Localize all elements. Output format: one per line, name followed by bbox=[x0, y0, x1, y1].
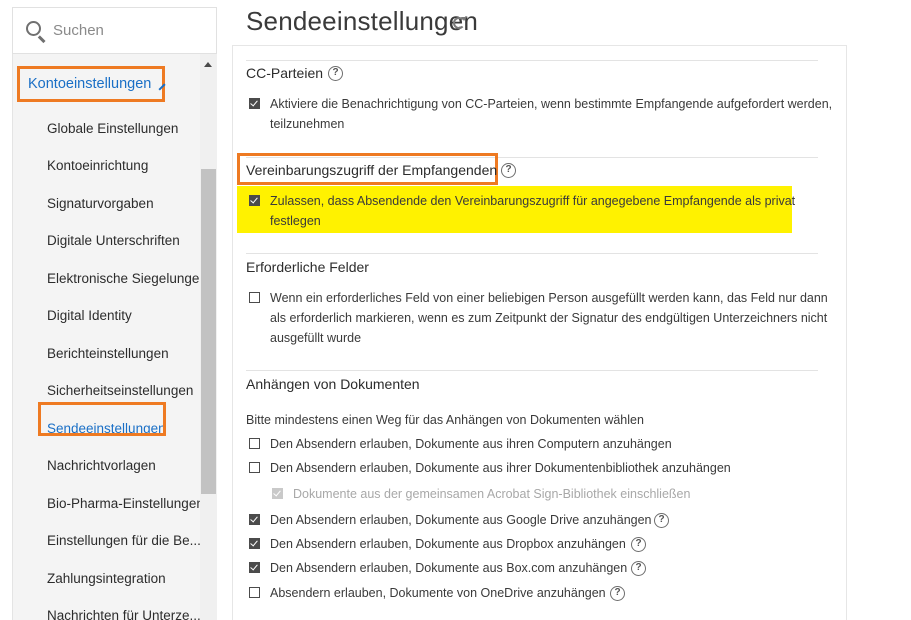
sidebar-item-digital-identity[interactable]: Digital Identity bbox=[47, 308, 202, 323]
sidebar-item-electronic-seals[interactable]: Elektronische Siegelungen bbox=[47, 271, 202, 286]
option-required-fields-line3: ausgefüllt wurde bbox=[270, 331, 362, 345]
section-title-agreement-access: Vereinbarungszugriff der Empfangenden bbox=[246, 162, 498, 178]
sidebar-item-settings-for[interactable]: Einstellungen für die Be... bbox=[47, 533, 202, 548]
option-attach-computer: Den Absendern erlauben, Dokumente aus ih… bbox=[270, 437, 672, 451]
sidebar-scrollbar[interactable] bbox=[200, 54, 217, 620]
divider bbox=[246, 253, 818, 254]
help-icon[interactable]: ? bbox=[501, 163, 516, 178]
sidebar-item-bio-pharma-settings[interactable]: Bio-Pharma-Einstellungen bbox=[47, 496, 202, 511]
checkbox-attach-computer[interactable] bbox=[249, 438, 260, 449]
sidebar-item-account-setup[interactable]: Kontoeinrichtung bbox=[47, 158, 202, 173]
search-placeholder: Suchen bbox=[53, 22, 104, 39]
checkbox-shared-library bbox=[272, 488, 283, 499]
sidebar-item-signer-messages[interactable]: Nachrichten für Unterze... bbox=[47, 608, 202, 620]
sidebar-item-payment-integration[interactable]: Zahlungsintegration bbox=[47, 571, 202, 586]
sidebar-nav: Kontoeinstellungen Globale Einstellungen… bbox=[12, 54, 217, 620]
sidebar-section-account-settings[interactable]: Kontoeinstellungen bbox=[17, 66, 166, 102]
help-icon[interactable]: ? bbox=[328, 66, 343, 81]
sidebar-section-label: Kontoeinstellungen bbox=[28, 76, 152, 92]
option-attach-google-drive: Den Absendern erlauben, Dokumente aus Go… bbox=[270, 513, 652, 527]
sidebar-item-report-settings[interactable]: Berichteinstellungen bbox=[47, 346, 202, 361]
option-required-fields-line2: als erforderlich markieren, wenn es zum … bbox=[270, 311, 828, 325]
scroll-up-arrow-icon[interactable] bbox=[204, 62, 212, 67]
help-icon[interactable]: ? bbox=[610, 586, 625, 601]
checkbox-attach-onedrive[interactable] bbox=[249, 587, 260, 598]
attach-intro: Bitte mindestens einen Weg für das Anhän… bbox=[246, 413, 644, 427]
help-icon[interactable]: ? bbox=[654, 513, 669, 528]
divider bbox=[246, 60, 818, 61]
checkbox-private-access[interactable] bbox=[249, 195, 260, 206]
help-icon[interactable]: ? bbox=[631, 537, 646, 552]
option-private-access-line1: Zulassen, dass Absendende den Vereinbaru… bbox=[270, 194, 796, 208]
page-title: Sendeeinstellungen bbox=[246, 6, 479, 36]
option-attach-library: Den Absendern erlauben, Dokumente aus ih… bbox=[270, 461, 731, 475]
sidebar-item-signature-preferences[interactable]: Signaturvorgaben bbox=[47, 196, 202, 211]
option-shared-library: Dokumente aus der gemeinsamen Acrobat Si… bbox=[293, 487, 691, 501]
checkbox-attach-dropbox[interactable] bbox=[249, 538, 260, 549]
chevron-up-icon bbox=[158, 82, 166, 91]
checkbox-cc-notify[interactable] bbox=[249, 98, 260, 109]
option-attach-onedrive: Absendern erlauben, Dokumente von OneDri… bbox=[270, 586, 606, 600]
sidebar-item-digital-signatures[interactable]: Digitale Unterschriften bbox=[47, 233, 202, 248]
sidebar-item-security-settings[interactable]: Sicherheitseinstellungen bbox=[47, 383, 202, 398]
section-title-attach-documents: Anhängen von Dokumenten bbox=[246, 376, 420, 392]
search-icon bbox=[25, 20, 47, 43]
sidebar-item-message-templates[interactable]: Nachrichtvorlagen bbox=[47, 458, 202, 473]
scrollbar-thumb[interactable] bbox=[201, 169, 216, 494]
option-required-fields-line1: Wenn ein erforderliches Feld von einer b… bbox=[270, 291, 828, 305]
search-input[interactable]: Suchen bbox=[12, 7, 217, 54]
checkbox-attach-google-drive[interactable] bbox=[249, 514, 260, 525]
option-attach-dropbox: Den Absendern erlauben, Dokumente aus Dr… bbox=[270, 537, 626, 551]
checkbox-required-fields[interactable] bbox=[249, 292, 260, 303]
sidebar: Suchen Kontoeinstellungen Globale Einste… bbox=[12, 7, 217, 620]
option-cc-notify-line2: teilzunehmen bbox=[270, 117, 345, 131]
checkbox-attach-library[interactable] bbox=[249, 462, 260, 473]
section-title-cc: CC-Parteien bbox=[246, 65, 324, 81]
divider bbox=[246, 370, 818, 371]
sidebar-item-global-settings[interactable]: Globale Einstellungen bbox=[47, 121, 202, 136]
option-cc-notify-line1: Aktiviere die Benachrichtigung von CC-Pa… bbox=[270, 97, 833, 111]
option-attach-box: Den Absendern erlauben, Dokumente aus Bo… bbox=[270, 561, 628, 575]
refresh-icon[interactable] bbox=[453, 17, 467, 29]
active-item-callout bbox=[38, 402, 166, 436]
option-private-access-line2: festlegen bbox=[270, 214, 321, 228]
checkbox-attach-box[interactable] bbox=[249, 562, 260, 573]
help-icon[interactable]: ? bbox=[631, 561, 646, 576]
section-title-required-fields: Erforderliche Felder bbox=[246, 259, 369, 275]
